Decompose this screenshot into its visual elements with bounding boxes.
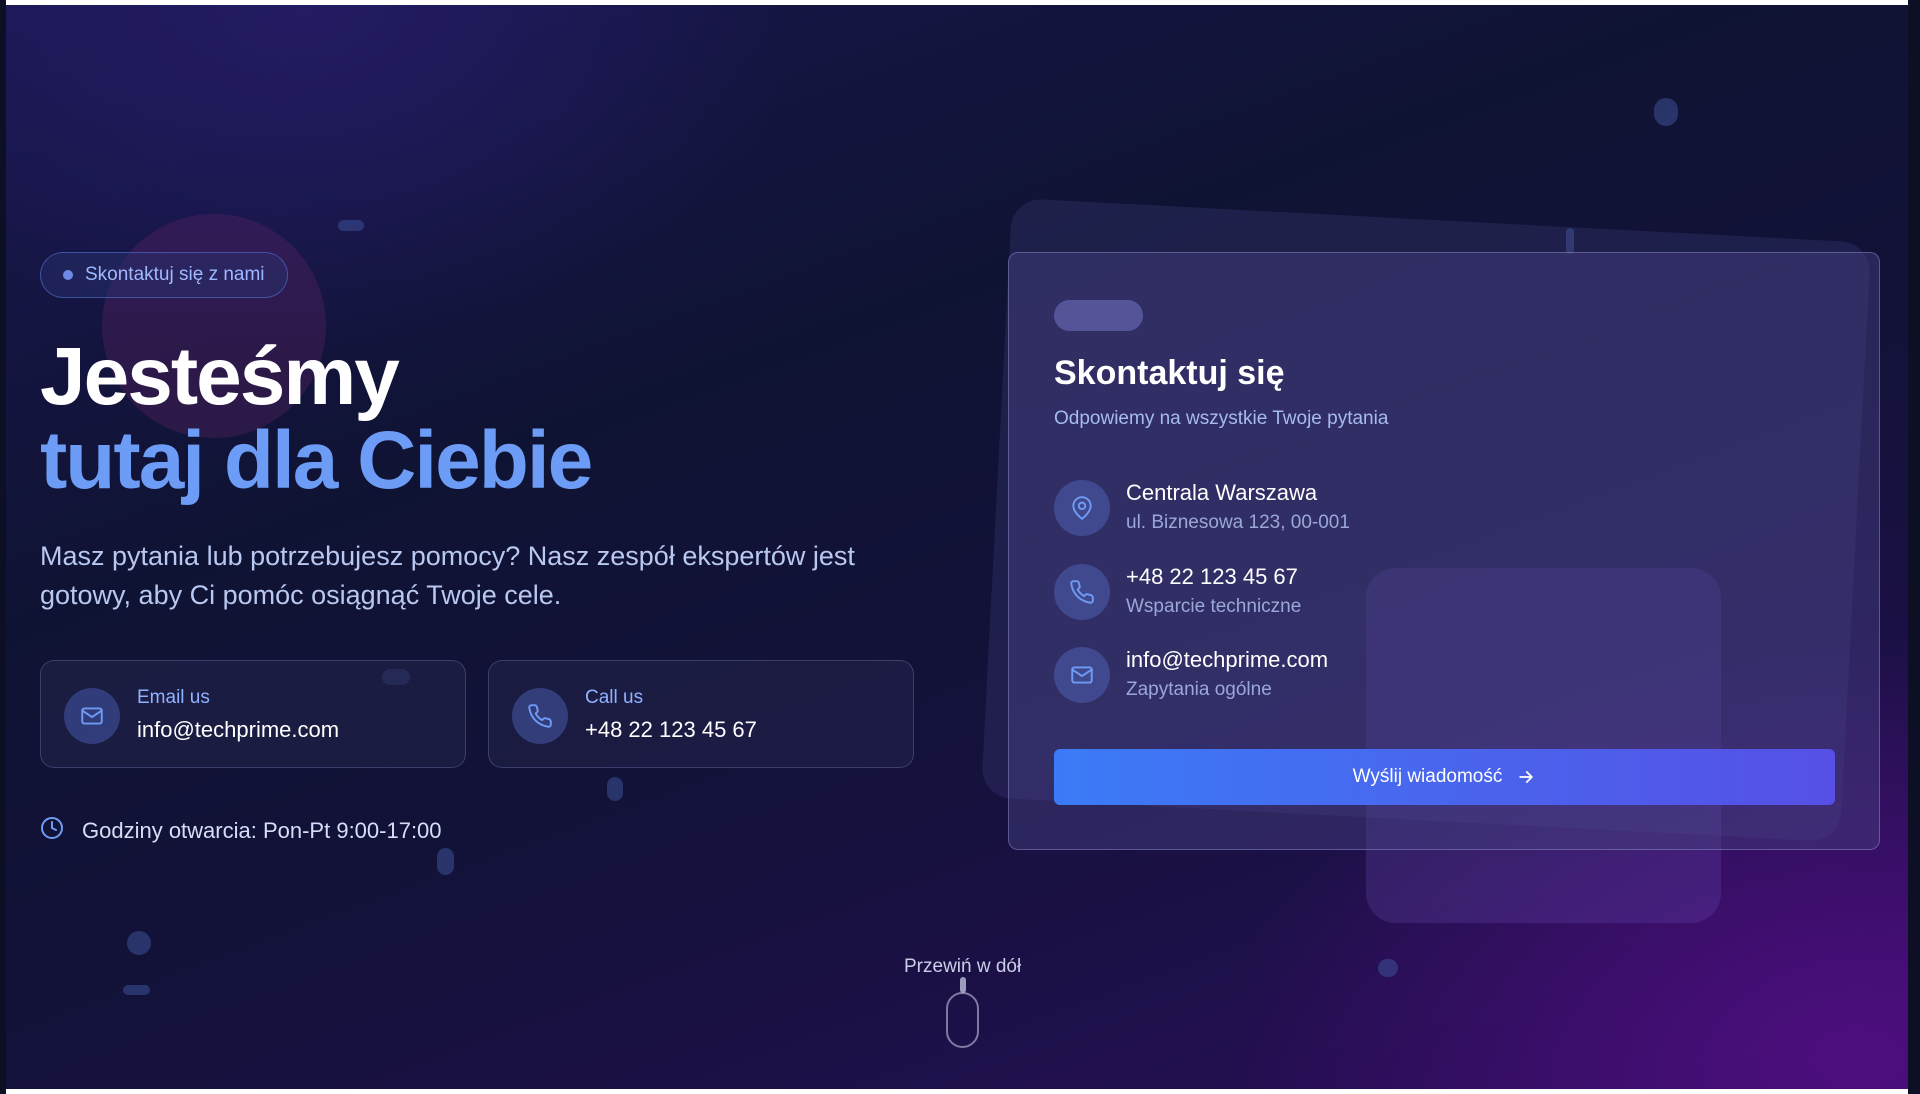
contact-badge: Skontaktuj się z nami (40, 252, 288, 298)
decor-blob (437, 848, 454, 875)
decor-blob (607, 777, 623, 801)
email-card-label: Email us (137, 687, 210, 708)
panel-subtitle: Odpowiemy na wszystkie Twoje pytania (1054, 408, 1389, 429)
send-message-button[interactable]: Wyślij wiadomość (1054, 749, 1835, 805)
panel-title: Skontaktuj się (1054, 354, 1285, 392)
phone-icon (1054, 564, 1110, 620)
mail-icon (1054, 647, 1110, 703)
phone-row[interactable]: +48 22 123 45 67 Wsparcie techniczne (1054, 564, 1754, 624)
send-button-label: Wyślij wiadomość (1352, 766, 1503, 787)
decor-blob (127, 931, 151, 955)
email-contact-card[interactable]: Email us info@techprime.com (40, 660, 466, 768)
title-line-2: tutaj dla Ciebie (40, 415, 593, 506)
window-edge-right (1908, 0, 1920, 1094)
email-row[interactable]: info@techprime.com Zapytania ogólne (1054, 647, 1754, 707)
mouse-wheel (960, 977, 966, 993)
hero-section: Skontaktuj się z nami Jesteśmy tutaj dla… (6, 5, 1908, 1089)
arrow-right-icon (1516, 767, 1536, 787)
phone-icon (512, 688, 568, 744)
scroll-down-label[interactable]: Przewiń w dół (904, 956, 1021, 978)
address-detail: ul. Biznesowa 123, 00-001 (1126, 512, 1350, 533)
mail-icon (64, 688, 120, 744)
opening-hours: Godziny otwarcia: Pon-Pt 9:00-17:00 (40, 816, 442, 845)
contact-panel: Skontaktuj się Odpowiemy na wszystkie Tw… (1008, 252, 1880, 850)
decor-blob (1378, 959, 1398, 977)
phone-detail: Wsparcie techniczne (1126, 596, 1302, 617)
phone-card-label: Call us (585, 687, 644, 708)
phone-contact-card[interactable]: Call us +48 22 123 45 67 (488, 660, 914, 768)
decor-blob (1654, 98, 1678, 126)
decor-blob (123, 985, 150, 995)
decor-blob (338, 220, 364, 231)
email-detail: Zapytania ogólne (1126, 679, 1272, 700)
title-line-1: Jesteśmy (40, 331, 400, 422)
phone-number: +48 22 123 45 67 (1126, 564, 1298, 589)
phone-card-value: +48 22 123 45 67 (585, 717, 757, 742)
window-edge-left (0, 0, 6, 1094)
address-title: Centrala Warszawa (1126, 480, 1318, 505)
map-pin-icon (1054, 480, 1110, 536)
badge-label: Skontaktuj się z nami (85, 264, 265, 285)
badge-dot (63, 270, 73, 280)
panel-pill (1054, 300, 1143, 331)
hero-subtitle: Masz pytania lub potrzebujesz pomocy? Na… (40, 541, 855, 610)
clock-icon (40, 816, 64, 845)
address-row: Centrala Warszawa ul. Biznesowa 123, 00-… (1054, 480, 1754, 540)
email-address: info@techprime.com (1126, 647, 1329, 672)
page-title: Jesteśmy tutaj dla Ciebie (40, 335, 593, 506)
email-card-value: info@techprime.com (137, 717, 340, 742)
scroll-mouse-icon[interactable] (946, 992, 979, 1048)
opening-hours-text: Godziny otwarcia: Pon-Pt 9:00-17:00 (82, 817, 442, 843)
